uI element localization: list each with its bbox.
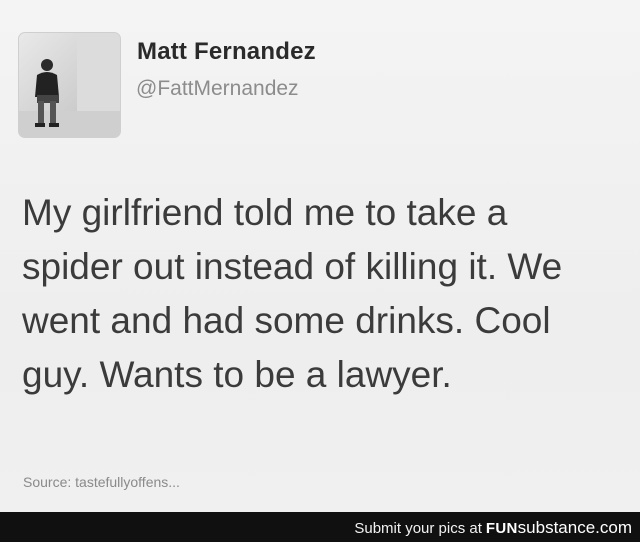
tweet-card: Matt Fernandez @FattMernandez My girlfri… [0,0,640,512]
meme-page: Matt Fernandez @FattMernandez My girlfri… [0,0,640,542]
author-handle[interactable]: @FattMernandez [136,77,299,101]
author-name[interactable]: Matt Fernandez [137,38,316,66]
tweet-text-line: spider out instead of killing it. We [22,246,563,287]
brand-fun: FUN [485,520,518,537]
tweet-text: My girlfriend told me to take a spider o… [22,186,622,402]
tweet-text-line: guy. Wants to be a lawyer. [22,354,452,395]
tweet-text-line: My girlfriend told me to take a [22,192,508,233]
footer-bar: Submit your pics at FUNsubstance.com [0,512,640,542]
footer-prefix: Submit your pics at [354,520,482,537]
avatar-photo-icon [19,33,120,137]
avatar[interactable] [19,33,120,137]
source-caption: Source: tastefullyoffens... [23,474,180,490]
tweet-text-line: went and had some drinks. Cool [22,300,551,341]
brand-sub: substance.com [517,518,632,537]
footer-credit[interactable]: Submit your pics at FUNsubstance.com [354,518,632,538]
